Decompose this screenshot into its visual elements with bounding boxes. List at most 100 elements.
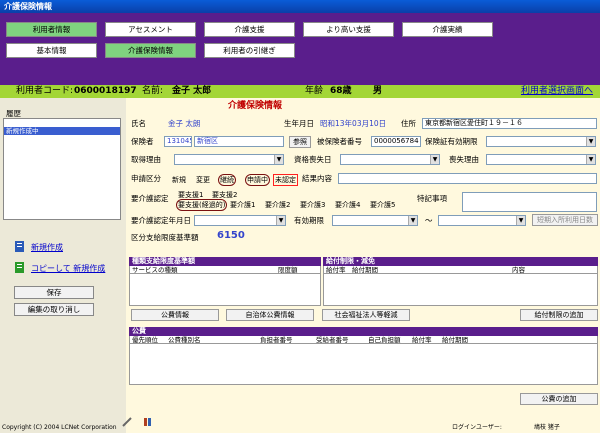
cert-care2[interactable]: 要介護2 xyxy=(265,200,290,210)
app-option-new[interactable]: 新規 xyxy=(172,175,186,185)
public-expense-columns: 優先順位 公費種別名 負担者番号 受給者番号 自己負担額 給付率 給付期間 xyxy=(130,336,597,344)
login-user: 鳩枝 猪子 xyxy=(534,424,560,431)
cert-care5[interactable]: 要介護5 xyxy=(370,200,395,210)
limit-value: 6150 xyxy=(217,230,245,241)
name-label: 氏名 xyxy=(131,119,146,128)
social-welfare-reduction-button[interactable]: 社会福祉法人等軽減 xyxy=(322,309,410,321)
user-code: 0600018197 xyxy=(74,86,137,96)
form-title: 介護保険情報 xyxy=(228,101,283,111)
col-copay: 自己負担額 xyxy=(368,336,401,344)
col-period: 給付期間 xyxy=(442,336,468,344)
insurer-name-field[interactable]: 新宿区 xyxy=(194,136,284,147)
acquisition-reason-label: 取得理由 xyxy=(131,155,161,164)
address-field[interactable]: 東京都新宿区愛住町１９－１６ xyxy=(422,118,597,129)
col-benefit-rate: 給付率 xyxy=(326,266,346,274)
restriction-columns: 給付率 給付期間 内容 xyxy=(324,266,597,274)
public-expense-panel-header: 公費 xyxy=(129,327,598,336)
app-option-uncertified[interactable]: 未認定 xyxy=(273,174,298,186)
history-list[interactable]: 新規作成中 xyxy=(3,118,121,220)
loss-reason-select[interactable]: ▼ xyxy=(486,154,596,165)
acquisition-reason-select[interactable]: ▼ xyxy=(174,154,284,165)
address-label: 住所 xyxy=(401,119,416,128)
valid-period-label: 有効期限 xyxy=(294,216,324,225)
cert-care4[interactable]: 要介護4 xyxy=(335,200,360,210)
app-option-change[interactable]: 変更 xyxy=(196,175,210,185)
tab-assessment[interactable]: アセスメント xyxy=(105,22,196,37)
user-sex: 男 xyxy=(373,86,383,96)
loss-reason-label: 喪失理由 xyxy=(449,155,479,164)
books-icon[interactable] xyxy=(143,417,154,427)
local-public-expense-button[interactable]: 自治体公費情報 xyxy=(226,309,314,321)
special-notes-field[interactable] xyxy=(462,192,597,212)
user-select-link[interactable]: 利用者選択画面へ xyxy=(521,85,593,98)
col-benefit-period: 給付期間 xyxy=(352,266,378,274)
tab-advanced-support[interactable]: より高い支援 xyxy=(303,22,394,37)
result-field[interactable] xyxy=(338,173,597,184)
name-value: 金子 太朗 xyxy=(168,119,201,128)
insurance-form: 介護保険情報 氏名 金子 太朗 生年月日 昭和13年03月10日 住所 東京都新… xyxy=(126,98,600,433)
copyright: Copyright (C) 2004 LCNet Corporation xyxy=(2,424,117,431)
subtab-user-handover[interactable]: 利用者の引継ぎ xyxy=(204,43,295,58)
window-titlebar: 介護保険情報 xyxy=(0,0,600,13)
valid-from-select[interactable]: ▼ xyxy=(332,215,418,226)
insured-number-field[interactable]: 0000056784 xyxy=(371,136,421,147)
insurer-code-field[interactable]: 131045 xyxy=(164,136,192,147)
col-rate: 給付率 xyxy=(412,336,432,344)
subtab-insurance-info[interactable]: 介護保険情報 xyxy=(105,43,196,58)
chevron-down-icon: ▼ xyxy=(586,155,595,164)
new-create-link[interactable]: 新規作成 xyxy=(31,242,63,253)
application-type-label: 申請区分 xyxy=(131,174,161,183)
save-button[interactable]: 保存 xyxy=(14,286,94,299)
insured-number-label: 被保険者番号 xyxy=(317,137,362,146)
history-item[interactable]: 新規作成中 xyxy=(4,127,120,135)
col-service-type: サービスの種類 xyxy=(132,266,178,274)
col-content: 内容 xyxy=(512,266,525,274)
cert-care3[interactable]: 要介護3 xyxy=(300,200,325,210)
valid-to-select[interactable]: ▼ xyxy=(438,215,526,226)
short-stay-days-button[interactable]: 短期入所利用日数 xyxy=(532,214,598,226)
col-public-type: 公費種別名 xyxy=(168,336,201,344)
col-priority: 優先順位 xyxy=(132,336,158,344)
new-document-icon[interactable] xyxy=(15,241,25,252)
col-recipient-number: 受給者番号 xyxy=(316,336,349,344)
validity-select[interactable]: ▼ xyxy=(486,136,596,147)
tab-care-record[interactable]: 介護実績 xyxy=(402,22,493,37)
dob-value: 昭和13年03月10日 xyxy=(320,119,387,128)
chevron-down-icon: ▼ xyxy=(408,216,417,225)
certification-date-select[interactable]: ▼ xyxy=(194,215,286,226)
loss-date-select[interactable]: ▼ xyxy=(340,154,440,165)
status-bar: Copyright (C) 2004 LCNet Corporation ログイ… xyxy=(0,423,600,433)
reference-button[interactable]: 参照 xyxy=(289,136,311,148)
add-public-expense-button[interactable]: 公費の追加 xyxy=(520,393,598,405)
copy-new-link[interactable]: コピーして 新規作成 xyxy=(31,263,105,274)
col-limit: 限度額 xyxy=(278,266,298,274)
restriction-panel-header: 給付制限・減免 xyxy=(323,257,598,266)
services-columns: サービスの種類 限度額 xyxy=(130,266,320,274)
application-window: 介護保険情報 利用者情報 アセスメント 介護支援 より高い支援 介護実績 基本情… xyxy=(0,0,600,433)
certification-label: 要介護認定 xyxy=(131,194,169,203)
tab-user-info[interactable]: 利用者情報 xyxy=(6,22,97,37)
tab-care-support[interactable]: 介護支援 xyxy=(204,22,295,37)
special-notes-label: 特記事項 xyxy=(417,194,447,203)
app-option-continue[interactable]: 継続 xyxy=(218,174,236,186)
tilde: ～ xyxy=(425,216,433,225)
user-name: 金子 太郎 xyxy=(172,86,212,96)
chevron-down-icon: ▼ xyxy=(276,216,285,225)
chevron-down-icon: ▼ xyxy=(430,155,439,164)
app-option-applying[interactable]: 申請中 xyxy=(245,174,270,186)
add-restriction-button[interactable]: 給付制限の追加 xyxy=(520,309,598,321)
chevron-down-icon: ▼ xyxy=(516,216,525,225)
insurer-label: 保険者 xyxy=(131,137,154,146)
pencil-icon[interactable] xyxy=(122,417,133,427)
loss-date-label: 資格喪失日 xyxy=(294,155,332,164)
subtab-basic-info[interactable]: 基本情報 xyxy=(6,43,97,58)
public-expense-button[interactable]: 公費情報 xyxy=(131,309,219,321)
limit-label: 区分支給限度基準額 xyxy=(131,233,199,242)
cancel-edit-button[interactable]: 編集の取り消し xyxy=(14,303,94,316)
cert-support-transitional[interactable]: 要支援(経過的) xyxy=(176,199,228,211)
chevron-down-icon: ▼ xyxy=(274,155,283,164)
copy-document-icon[interactable] xyxy=(15,262,25,273)
cert-care1[interactable]: 要介護1 xyxy=(230,200,255,210)
login-label: ログインユーザー: xyxy=(452,424,502,431)
result-label: 結果内容 xyxy=(302,174,332,183)
